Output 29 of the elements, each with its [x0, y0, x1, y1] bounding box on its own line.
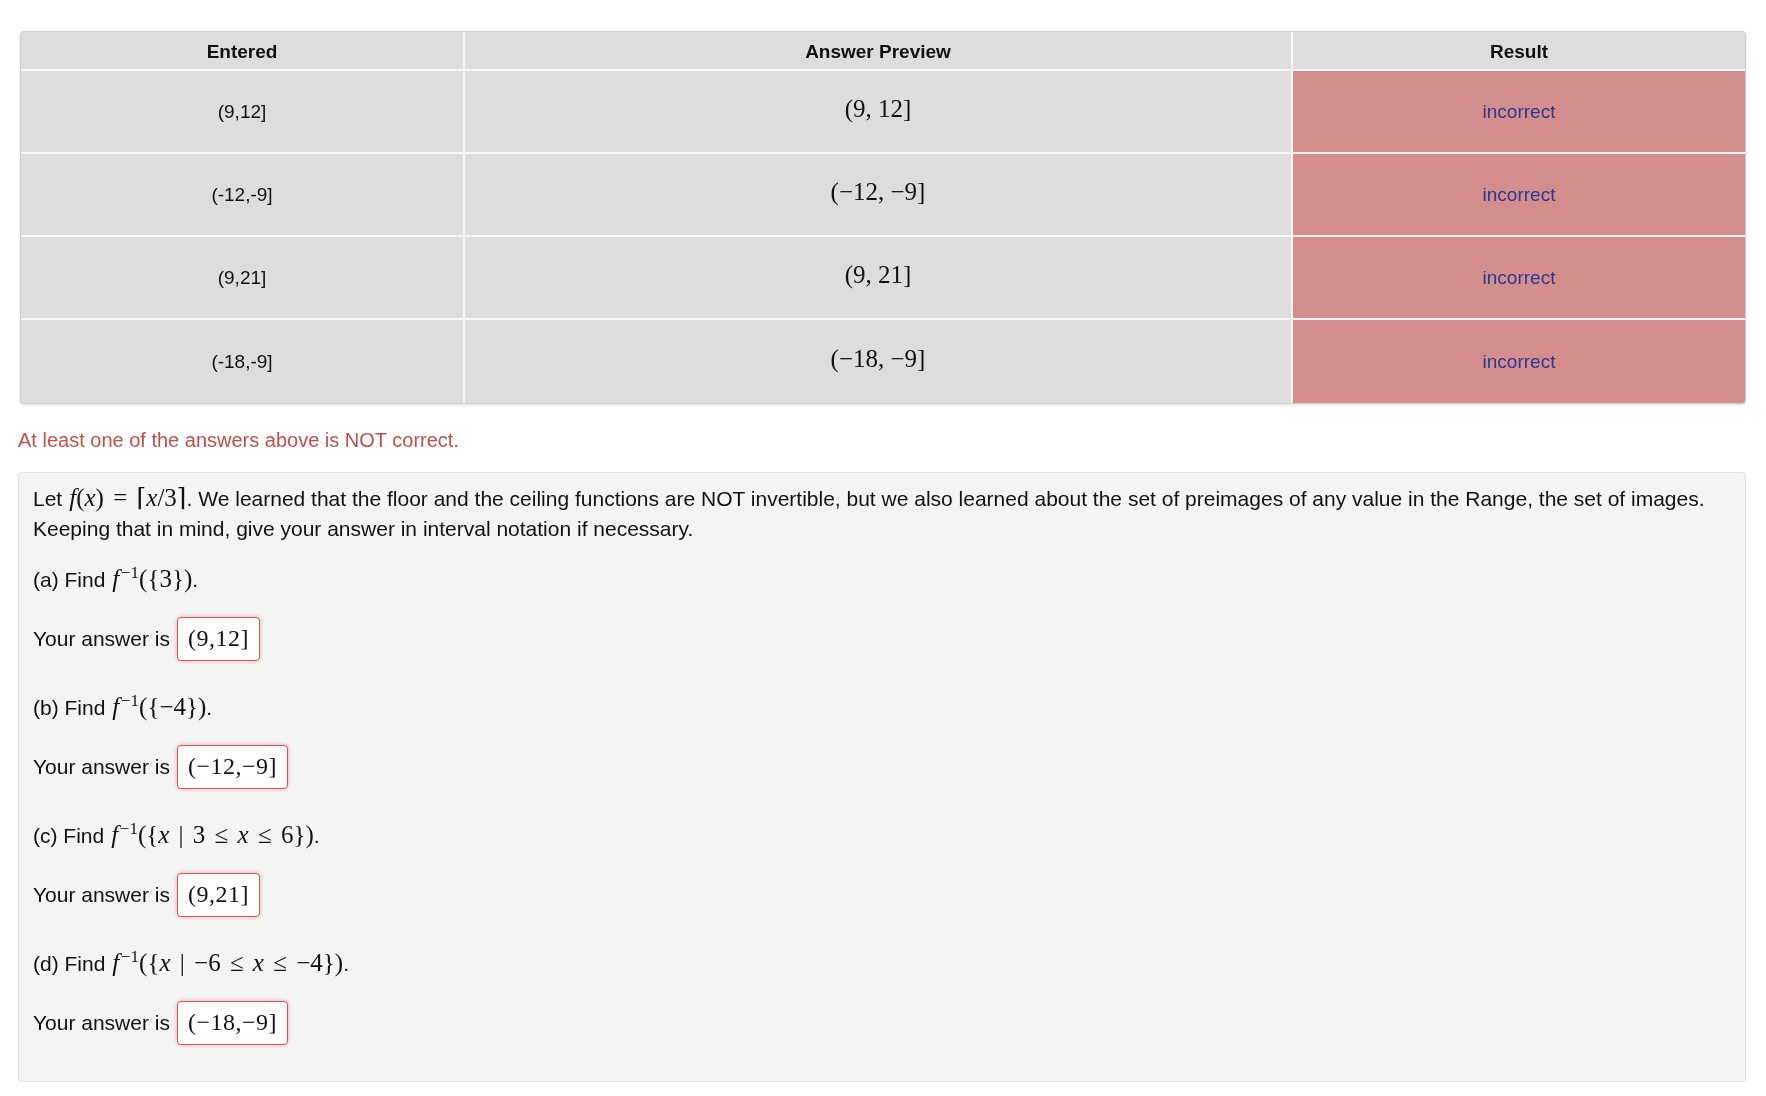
question-text: (b) Find f$^{−1}$({−4}).	[33, 690, 214, 723]
answer-label: Your answer is	[33, 1011, 170, 1035]
answer-field[interactable]: (9,12]	[176, 617, 260, 661]
result-cell: incorrect	[1293, 71, 1745, 154]
table-cell: (9,21]	[21, 237, 465, 320]
column-header: Entered	[21, 32, 465, 71]
result-cell: incorrect	[1293, 237, 1745, 320]
answer-label: Your answer is	[33, 627, 170, 651]
question-text: (c) Find f$^{−1}$({x | 3 ≤ x ≤ 6}).	[33, 818, 321, 851]
result-cell: incorrect	[1293, 320, 1745, 403]
answer-label: Your answer is	[33, 755, 170, 779]
table-cell: (9,12]	[21, 71, 465, 154]
table-cell: (−12, −9]	[465, 154, 1293, 237]
answer-field[interactable]: (−18,−9]	[176, 1001, 289, 1045]
answer-field[interactable]: (9,21]	[176, 873, 260, 917]
question-text: (d) Find f$^{−1}$({x | −6 ≤ x ≤ −4}).	[33, 946, 350, 979]
table-cell: (9, 12]	[465, 71, 1293, 154]
table-cell: (−18, −9]	[465, 320, 1293, 403]
column-header: Answer Preview	[465, 32, 1293, 71]
table-cell: (9, 21]	[465, 237, 1293, 320]
answer-label: Your answer is	[33, 883, 170, 907]
problem-statement: Let f(x) = ⌈x/3⌉. We learned that the floor and the ceiling functions are NOT invertible, but we also learned about the set of preimages of any value in the Range, the set of images. Keeping that in mind, give your answer in interval notation if necessary.	[33, 484, 1706, 542]
table-cell: (-18,-9]	[21, 320, 465, 403]
question-text: (a) Find f$^{−1}$({3}).	[33, 562, 200, 595]
result-cell: incorrect	[1293, 154, 1745, 237]
feedback-message: At least one of the answers above is NOT correct.	[18, 428, 460, 452]
table-cell: (-12,-9]	[21, 154, 465, 237]
column-header: Result	[1293, 32, 1745, 71]
answer-field[interactable]: (−12,−9]	[176, 745, 289, 789]
